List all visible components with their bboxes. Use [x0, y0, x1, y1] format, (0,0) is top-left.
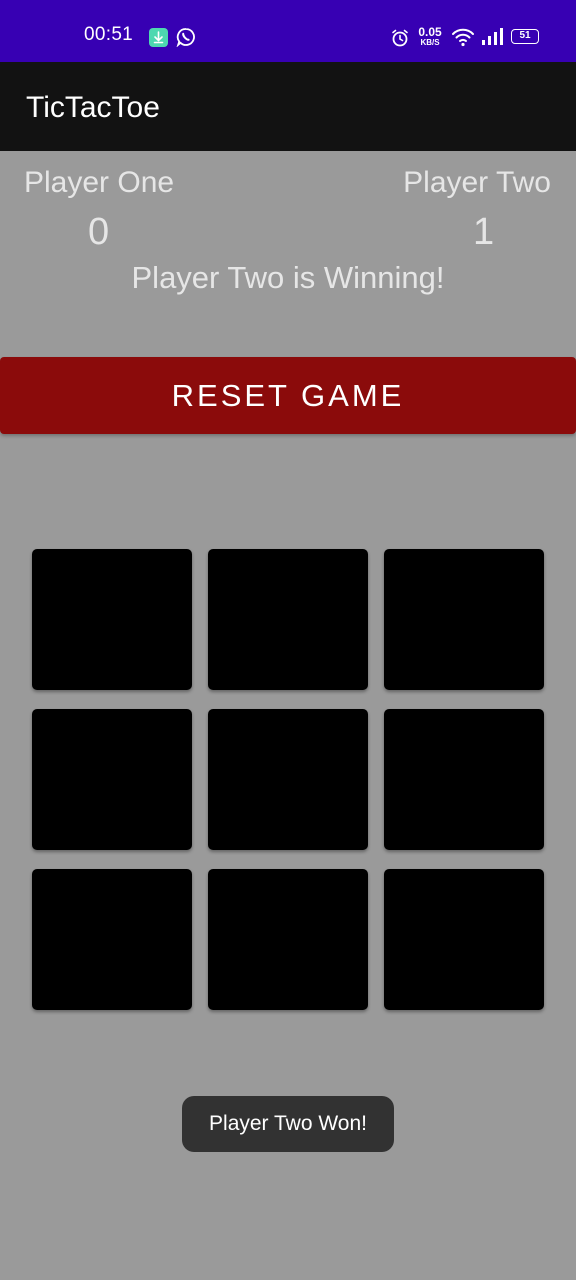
- player-one-label: Player One: [24, 166, 175, 199]
- status-time: 00:51: [84, 24, 134, 45]
- board-cell-2[interactable]: [208, 549, 368, 690]
- player-two-score: 1: [473, 211, 495, 253]
- board-cell-1[interactable]: [32, 549, 192, 690]
- download-icon: [149, 28, 168, 47]
- board-cell-7[interactable]: [32, 869, 192, 1010]
- game-board: [32, 549, 544, 1010]
- whatsapp-icon: [176, 27, 196, 48]
- screen: 00:51 0.05 KB/S 51 TicTacToe Player One …: [0, 0, 576, 1280]
- game-status-message: Player Two is Winning!: [131, 260, 445, 295]
- player-one-score: 0: [88, 211, 110, 253]
- network-speed-value: 0.05: [418, 25, 442, 39]
- signal-icon: [481, 28, 503, 46]
- board-cell-6[interactable]: [384, 709, 544, 850]
- status-bar: 00:51 0.05 KB/S 51: [0, 0, 576, 62]
- board-cell-3[interactable]: [384, 549, 544, 690]
- toast-message: Player Two Won!: [182, 1096, 394, 1152]
- network-speed: 0.05 KB/S: [416, 26, 444, 47]
- board-cell-8[interactable]: [208, 869, 368, 1010]
- app-bar: TicTacToe: [0, 62, 576, 151]
- wifi-icon: [451, 26, 475, 48]
- reset-game-button[interactable]: RESET GAME: [0, 357, 576, 434]
- app-title: TicTacToe: [26, 91, 160, 124]
- board-cell-5[interactable]: [208, 709, 368, 850]
- player-two-label: Player Two: [403, 166, 551, 199]
- alarm-icon: [390, 28, 410, 48]
- battery-icon: 51: [511, 29, 539, 44]
- board-cell-4[interactable]: [32, 709, 192, 850]
- network-speed-unit: KB/S: [420, 38, 440, 47]
- board-cell-9[interactable]: [384, 869, 544, 1010]
